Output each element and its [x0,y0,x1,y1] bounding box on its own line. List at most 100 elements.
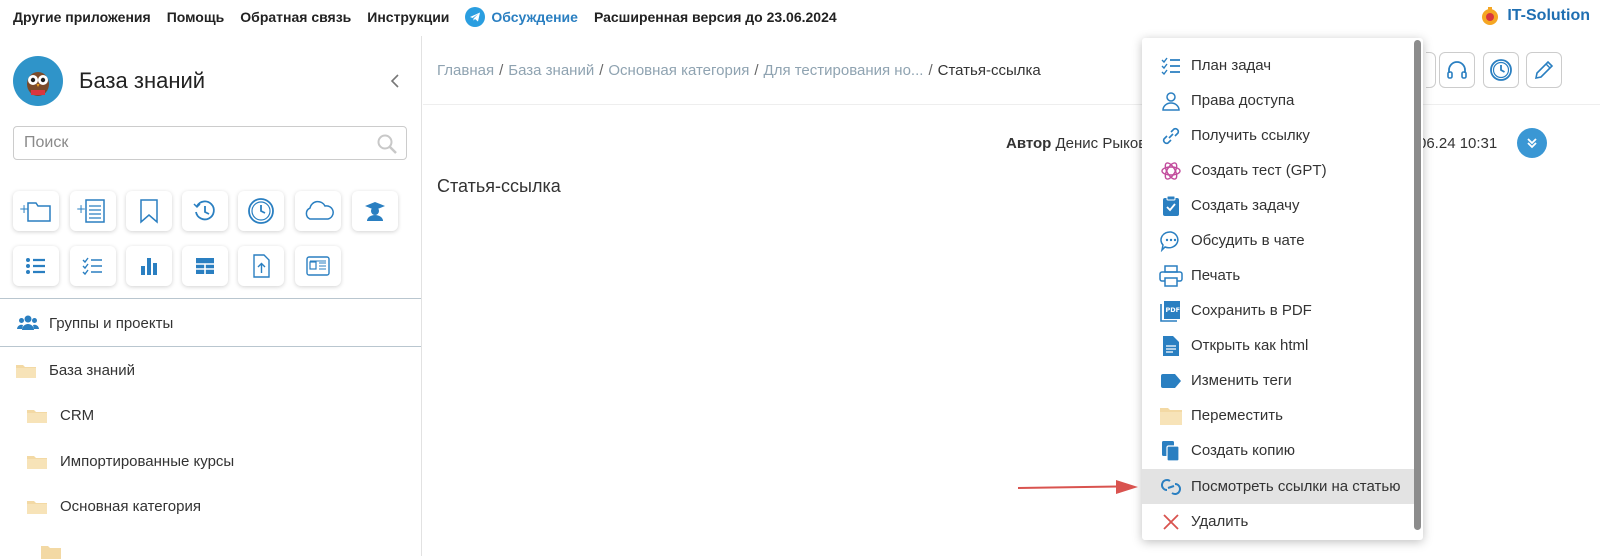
headphones-icon [1447,61,1467,79]
clock-icon [248,198,274,224]
bar-chart-icon [141,258,157,275]
menu-item-label: План задач [1191,57,1272,74]
menu-item-delete[interactable]: Удалить [1142,504,1414,539]
breadcrumb-home[interactable]: Главная [437,62,494,79]
breadcrumb-knowledge-base[interactable]: База знаний [508,62,594,79]
article-date: 06.24 10:31 [1418,135,1498,152]
gpt-icon [1161,161,1181,180]
hidden-header-button[interactable] [1426,52,1436,88]
article-author: Автор Денис Рыков [1006,135,1146,152]
tree-item-label: Импортированные курсы [60,453,235,470]
extended-version-link[interactable]: Расширенная версия до 23.06.2024 [594,9,837,25]
breadcrumb-testing[interactable]: Для тестирования но... [764,62,924,79]
folder-icon [1160,407,1182,425]
sidebar: База знаний + + [0,36,422,559]
telegram-label: Обсуждение [491,9,578,25]
breadcrumb-current: Статья-ссылка [937,62,1041,79]
menu-item-label: Открыть как html [1191,337,1309,354]
menu-item-open-html[interactable]: Открыть как html [1142,328,1414,363]
cloud-icon [305,200,334,220]
annotation-arrow-icon [1018,480,1138,494]
menu-item-print[interactable]: Печать [1142,258,1414,293]
pdf-icon: PDF [1160,300,1181,322]
statistics-button[interactable] [126,246,172,286]
menu-item-label: Получить ссылку [1191,127,1310,144]
clipboard-icon [1163,195,1179,216]
tree-item-label: Основная категория [60,498,201,515]
menu-item-label: Посмотреть ссылки на статью [1191,478,1401,495]
add-folder-button[interactable]: + [13,191,59,231]
instructions-link[interactable]: Инструкции [367,9,449,25]
brand-name: IT-Solution [1507,7,1590,24]
folder-icon [27,409,47,423]
history-button[interactable] [182,191,228,231]
other-apps-link[interactable]: Другие приложения [13,9,151,25]
menu-item-task-plan[interactable]: План задач [1142,48,1414,83]
pencil-icon [1534,60,1554,80]
tree-item-knowledge-base[interactable]: База знаний [15,362,135,379]
table-button[interactable] [182,246,228,286]
brand-logo[interactable]: IT-Solution [1479,5,1590,27]
owl-logo-icon [13,56,63,106]
upload-button[interactable] [238,246,284,286]
menu-item-discuss-in-chat[interactable]: Обсудить в чате [1142,223,1414,258]
svg-text:PDF: PDF [1166,306,1181,314]
collapse-sidebar-button[interactable] [385,71,405,91]
chevron-left-icon [390,74,399,88]
author-label: Автор [1006,135,1052,152]
tree-item-partial[interactable] [40,544,74,560]
news-button[interactable] [295,246,341,286]
folder-icon [27,500,47,514]
feedback-link[interactable]: Обратная связь [240,9,351,25]
article-title: Статья-ссылка [437,176,561,196]
menu-item-label: Создать копию [1191,442,1295,459]
expand-details-button[interactable] [1517,128,1547,158]
tree-item-imported-courses[interactable]: Импортированные курсы [26,453,234,470]
list-icon [26,258,45,274]
search-icon[interactable] [376,133,398,155]
menu-item-label: Создать тест (GPT) [1191,162,1327,179]
teacher-icon [365,202,385,221]
training-button[interactable] [352,191,398,231]
tree-item-main-category[interactable]: Основная категория [26,498,201,515]
history-icon [193,200,215,221]
menu-item-label: Переместить [1191,407,1283,424]
article-actions-menu: План задач Права доступа Получить ссылку… [1142,38,1423,540]
menu-item-save-pdf[interactable]: PDF Сохранить в PDF [1142,293,1414,328]
checklist-button[interactable] [70,246,116,286]
menu-item-access-rights[interactable]: Права доступа [1142,83,1414,118]
user-icon [1162,91,1180,111]
top-bar: Другие приложения Помощь Обратная связь … [0,0,1600,34]
recent-button[interactable] [238,191,284,231]
menu-item-move[interactable]: Переместить [1142,398,1414,433]
telegram-discussion-link[interactable]: Обсуждение [465,7,578,27]
add-article-button[interactable]: + [70,191,116,231]
history-header-button[interactable] [1483,52,1519,88]
search-input[interactable] [24,134,354,152]
menu-item-view-article-links[interactable]: Посмотреть ссылки на статью [1142,469,1414,504]
bookmarks-button[interactable] [126,191,172,231]
menu-item-get-link[interactable]: Получить ссылку [1142,118,1414,153]
tree-item-label: CRM [60,407,95,424]
menu-item-label: Изменить теги [1191,372,1292,389]
copy-icon [1162,440,1180,462]
groups-and-projects-link[interactable]: Группы и проекты [17,314,173,332]
menu-scrollbar[interactable] [1414,40,1421,530]
breadcrumb-main-category[interactable]: Основная категория [608,62,749,79]
list-button[interactable] [13,246,59,286]
menu-item-edit-tags[interactable]: Изменить теги [1142,363,1414,398]
help-link[interactable]: Помощь [167,9,225,25]
main-content: Главная / База знаний / Основная категор… [423,36,1600,556]
edit-button[interactable] [1526,52,1562,88]
menu-item-create-copy[interactable]: Создать копию [1142,433,1414,468]
audio-button[interactable] [1439,52,1475,88]
folder-icon [27,455,47,469]
menu-item-create-test-gpt[interactable]: Создать тест (GPT) [1142,153,1414,188]
cloud-button[interactable] [295,191,341,231]
chat-icon [1160,230,1179,252]
tree-item-crm[interactable]: CRM [26,407,94,424]
author-name[interactable]: Денис Рыков [1056,135,1147,152]
breadcrumb: Главная / База знаний / Основная категор… [437,62,1041,79]
menu-item-create-task[interactable]: Создать задачу [1142,188,1414,223]
table-icon [196,258,214,274]
